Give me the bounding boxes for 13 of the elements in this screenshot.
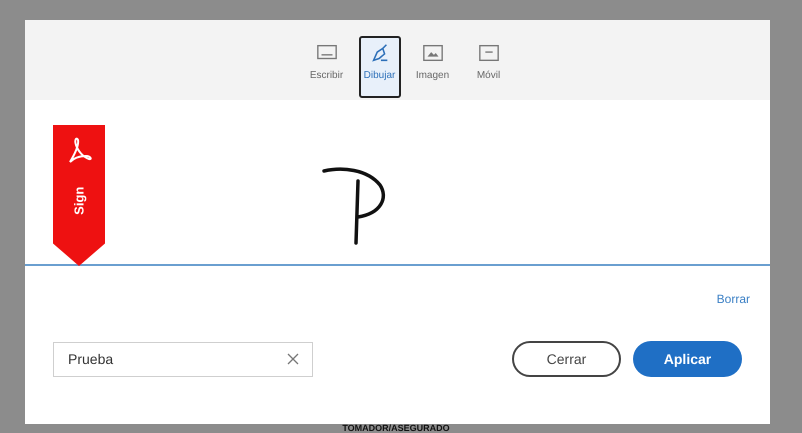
name-field[interactable]: Prueba bbox=[53, 342, 313, 376]
close-button[interactable]: Cerrar bbox=[512, 341, 621, 377]
mode-tab[interactable]: Móvil bbox=[464, 36, 512, 98]
clear-icon[interactable] bbox=[287, 352, 299, 364]
image-icon bbox=[422, 42, 444, 64]
screen-icon bbox=[478, 42, 500, 64]
mode-tab[interactable]: Escribir bbox=[302, 36, 350, 98]
clear-link[interactable]: Borrar bbox=[716, 290, 750, 306]
background-heading: TOMADOR/ASEGURADO bbox=[342, 424, 450, 433]
mode-tab[interactable]: Dibujar bbox=[358, 36, 400, 98]
mode-tab[interactable]: Imagen bbox=[408, 36, 456, 98]
apply-button[interactable]: Aplicar bbox=[633, 341, 742, 377]
sign-label: Sign bbox=[70, 186, 88, 216]
